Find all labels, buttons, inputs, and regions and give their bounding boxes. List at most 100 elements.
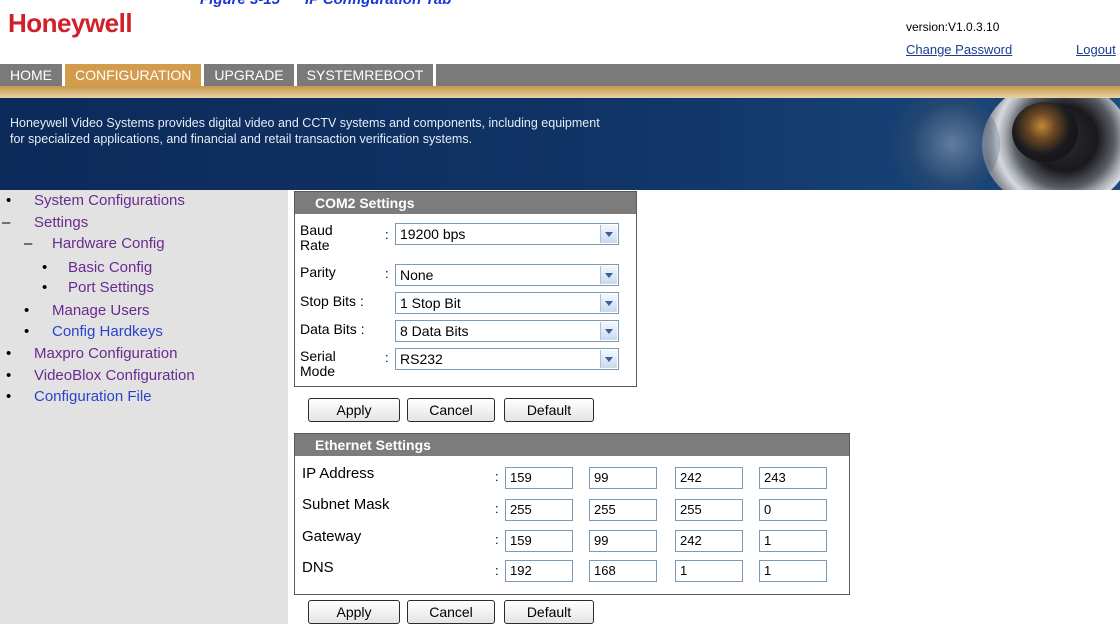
colon-separator: : <box>495 501 499 516</box>
ethernet-default-button[interactable]: Default <box>504 600 594 624</box>
com2-default-button[interactable]: Default <box>504 398 594 422</box>
dns-octet-4-input[interactable]: 1 <box>759 560 827 582</box>
tree-item-manage-users: • Manage Users <box>24 302 150 320</box>
tree-item-hardware-config: – Hardware Config <box>24 235 165 253</box>
parity-select[interactable]: None <box>395 264 619 286</box>
honeywell-logo: Honeywell <box>8 8 133 38</box>
chevron-down-icon[interactable] <box>600 350 617 368</box>
tree-label[interactable]: Manage Users <box>52 302 150 319</box>
figure-caption: Figure 3-15 IP Configuration Tab <box>200 0 451 8</box>
bullet-icon: • <box>6 192 12 209</box>
gateway-octet-4-input[interactable]: 1 <box>759 530 827 552</box>
chevron-down-icon[interactable] <box>600 266 617 284</box>
baud-rate-select[interactable]: 19200 bps <box>395 223 619 245</box>
dns-octet-3-input[interactable]: 1 <box>675 560 743 582</box>
tab-upgrade[interactable]: UPGRADE <box>204 64 297 86</box>
serial-mode-value: RS232 <box>400 351 443 367</box>
tree-item-settings: – Settings <box>2 214 88 232</box>
tree-item-basic-config: • Basic Config <box>42 259 152 277</box>
logout-link[interactable]: Logout <box>1076 42 1116 57</box>
stop-bits-label: Stop Bits : <box>300 293 364 309</box>
tree-item-config-hardkeys: • Config Hardkeys <box>24 323 163 341</box>
baud-rate-value: 19200 bps <box>400 226 466 242</box>
serial-mode-select[interactable]: RS232 <box>395 348 619 370</box>
chevron-down-icon[interactable] <box>600 294 617 312</box>
com2-cancel-button[interactable]: Cancel <box>407 398 495 422</box>
tree-label[interactable]: Configuration File <box>34 388 152 405</box>
subnet-octet-1-input[interactable]: 255 <box>505 499 573 521</box>
data-bits-label: Data Bits : <box>300 321 365 337</box>
bullet-icon: • <box>24 323 30 340</box>
tree-label[interactable]: Settings <box>34 214 88 231</box>
main-navbar: HOME CONFIGURATION UPGRADE SYSTEMREBOOT <box>0 64 1120 86</box>
data-bits-value: 8 Data Bits <box>400 323 469 339</box>
subnet-octet-4-input[interactable]: 0 <box>759 499 827 521</box>
gateway-label: Gateway <box>302 528 362 545</box>
nav-accent-stripe <box>0 86 1120 98</box>
tree-item-videoblox-configuration: • VideoBlox Configuration <box>6 367 195 385</box>
ethernet-cancel-button[interactable]: Cancel <box>407 600 495 624</box>
version-label: version:V1.0.3.10 <box>906 20 1000 34</box>
bullet-icon: • <box>6 345 12 362</box>
com2-settings-panel: COM2 Settings Baud Rate : 19200 bps Parit… <box>294 191 637 387</box>
tree-label[interactable]: Hardware Config <box>52 235 165 252</box>
header-banner: Honeywell Video Systems provides digital… <box>0 98 1120 190</box>
bullet-icon: • <box>24 302 30 319</box>
dns-octet-2-input[interactable]: 168 <box>589 560 657 582</box>
tree-item-system-configurations: • System Configurations <box>6 192 185 210</box>
gateway-octet-1-input[interactable]: 159 <box>505 530 573 552</box>
gateway-octet-3-input[interactable]: 242 <box>675 530 743 552</box>
ip-address-label: IP Address <box>302 465 375 482</box>
parity-label: Parity <box>300 264 336 280</box>
chevron-down-icon[interactable] <box>600 322 617 340</box>
serial-mode-label: Serial Mode <box>300 348 336 379</box>
parity-value: None <box>400 267 434 283</box>
tab-home[interactable]: HOME <box>0 64 65 86</box>
ethernet-settings-panel: Ethernet Settings IP Address : 159 99 24… <box>294 433 850 595</box>
tree-item-port-settings: • Port Settings <box>42 279 154 297</box>
baud-rate-label: Baud Rate <box>300 222 333 253</box>
banner-description: Honeywell Video Systems provides digital… <box>10 116 600 146</box>
subnet-mask-label: Subnet Mask <box>302 496 390 513</box>
gateway-octet-2-input[interactable]: 99 <box>589 530 657 552</box>
tab-systemreboot[interactable]: SYSTEMREBOOT <box>297 64 437 86</box>
sidebar-tree: • System Configurations – Settings – Hardwa… <box>0 190 288 624</box>
tree-label[interactable]: Port Settings <box>68 279 154 296</box>
chevron-down-icon[interactable] <box>600 225 617 243</box>
ip-octet-1-input[interactable]: 159 <box>505 467 573 489</box>
bullet-icon: • <box>42 259 48 276</box>
subnet-octet-3-input[interactable]: 255 <box>675 499 743 521</box>
collapse-icon[interactable]: – <box>24 235 52 253</box>
tree-item-maxpro-configuration: • Maxpro Configuration <box>6 345 177 363</box>
stop-bits-select[interactable]: 1 Stop Bit <box>395 292 619 314</box>
dns-label: DNS <box>302 559 334 576</box>
tree-label[interactable]: Config Hardkeys <box>52 323 163 340</box>
com2-settings-title: COM2 Settings <box>295 192 636 214</box>
colon-separator: : <box>495 563 499 578</box>
tree-label[interactable]: Maxpro Configuration <box>34 345 177 362</box>
subnet-octet-2-input[interactable]: 255 <box>589 499 657 521</box>
bullet-icon: • <box>6 388 12 405</box>
ip-octet-4-input[interactable]: 243 <box>759 467 827 489</box>
dns-octet-1-input[interactable]: 192 <box>505 560 573 582</box>
bullet-icon: • <box>42 279 48 296</box>
colon-separator: : <box>385 350 389 365</box>
ethernet-apply-button[interactable]: Apply <box>308 600 400 624</box>
colon-separator: : <box>495 469 499 484</box>
ethernet-settings-title: Ethernet Settings <box>295 434 849 456</box>
stop-bits-value: 1 Stop Bit <box>400 295 461 311</box>
data-bits-select[interactable]: 8 Data Bits <box>395 320 619 342</box>
collapse-icon[interactable]: – <box>2 214 34 232</box>
ip-octet-2-input[interactable]: 99 <box>589 467 657 489</box>
tree-label[interactable]: Basic Config <box>68 259 152 276</box>
tree-label[interactable]: VideoBlox Configuration <box>34 367 195 384</box>
colon-separator: : <box>385 227 389 242</box>
com2-apply-button[interactable]: Apply <box>308 398 400 422</box>
tree-item-configuration-file: • Configuration File <box>6 388 152 406</box>
ip-octet-3-input[interactable]: 242 <box>675 467 743 489</box>
colon-separator: : <box>495 532 499 547</box>
change-password-link[interactable]: Change Password <box>906 42 1012 57</box>
tab-configuration[interactable]: CONFIGURATION <box>65 64 205 86</box>
tree-label[interactable]: System Configurations <box>34 192 185 209</box>
colon-separator: : <box>385 266 389 281</box>
